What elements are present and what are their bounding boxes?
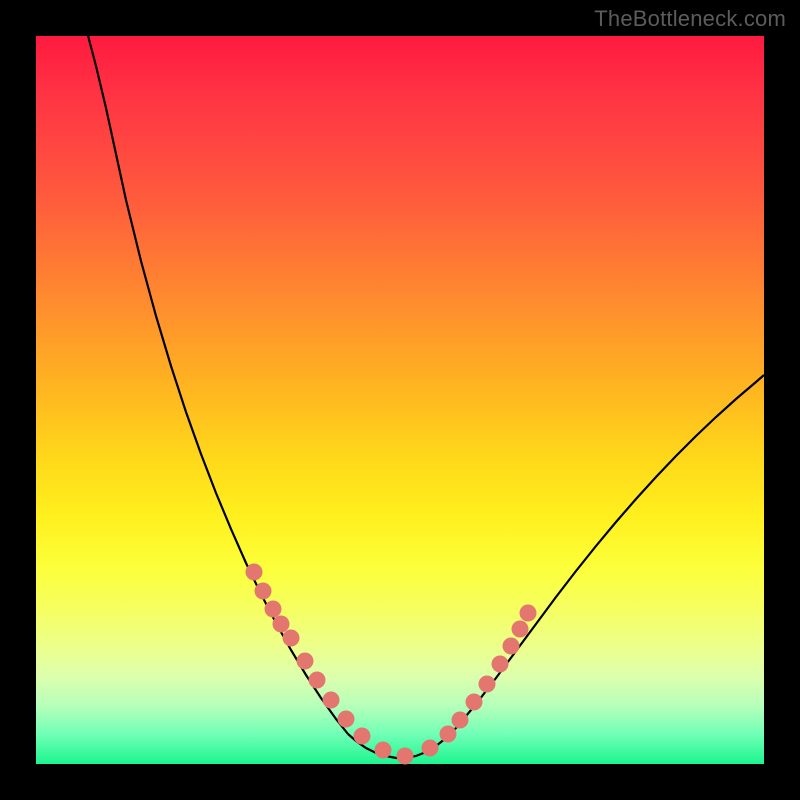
- curve-right-branch: [456, 375, 764, 728]
- marker-dot: [466, 694, 483, 711]
- marker-dot: [452, 712, 469, 729]
- marker-dot: [297, 653, 314, 670]
- marker-dot: [354, 728, 371, 745]
- marker-dot: [440, 726, 457, 743]
- plot-area: [36, 36, 764, 764]
- curve-left-branch: [86, 28, 348, 734]
- marker-dot: [512, 621, 529, 638]
- chart-frame: TheBottleneck.com: [0, 0, 800, 800]
- marker-dot: [246, 564, 263, 581]
- marker-dot: [397, 748, 414, 765]
- watermark-text: TheBottleneck.com: [594, 6, 786, 32]
- marker-dot: [492, 656, 509, 673]
- marker-dot: [309, 672, 326, 689]
- marker-dot: [375, 742, 392, 759]
- marker-dot: [422, 740, 439, 757]
- bottleneck-curve: [36, 36, 764, 764]
- marker-dot: [520, 605, 537, 622]
- marker-dot: [255, 583, 272, 600]
- marker-dot: [479, 676, 496, 693]
- marker-dot: [338, 711, 355, 728]
- marker-dot: [273, 616, 290, 633]
- marker-dot: [503, 638, 520, 655]
- marker-dot: [283, 630, 300, 647]
- marker-dot: [265, 601, 282, 618]
- marker-dots: [246, 564, 537, 765]
- marker-dot: [323, 692, 340, 709]
